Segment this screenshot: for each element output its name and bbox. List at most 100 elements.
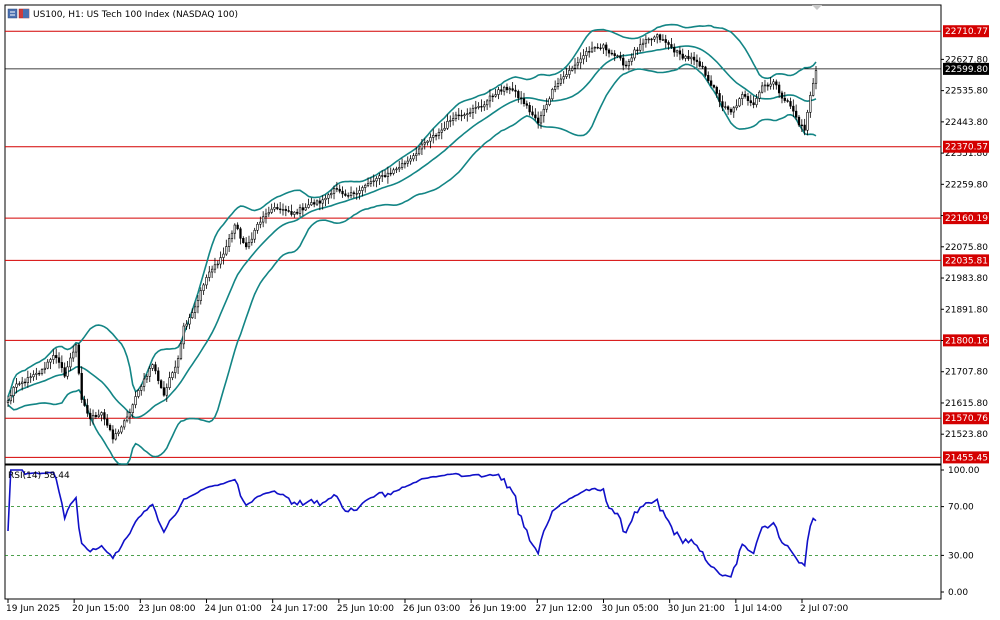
candle-body bbox=[213, 264, 217, 270]
candle-body bbox=[332, 188, 336, 194]
candle-body bbox=[738, 98, 741, 107]
candle-body bbox=[134, 396, 137, 406]
candle-body bbox=[6, 400, 10, 403]
candle-body bbox=[707, 75, 710, 82]
candle-body bbox=[236, 224, 239, 230]
price-tick-label-1: 22535.80 bbox=[945, 87, 988, 97]
candle-body bbox=[216, 263, 219, 266]
candle-body bbox=[775, 81, 778, 86]
candle-body bbox=[352, 192, 356, 194]
candle-body bbox=[786, 100, 789, 102]
candle-body bbox=[446, 121, 449, 129]
candle-body bbox=[777, 84, 781, 94]
candle-body bbox=[111, 429, 115, 440]
candle-body bbox=[38, 372, 41, 375]
time-tick-label-6: 26 Jun 03:00 bbox=[403, 604, 460, 614]
candle-body bbox=[542, 108, 545, 117]
candle-body bbox=[361, 187, 364, 191]
candle-body bbox=[704, 66, 707, 76]
candle-body bbox=[148, 368, 151, 377]
candle-body bbox=[168, 377, 171, 388]
candle-body bbox=[545, 104, 548, 110]
candle-body bbox=[681, 53, 684, 59]
candle-body bbox=[743, 94, 747, 97]
candle-body bbox=[491, 95, 494, 98]
candle-body bbox=[735, 105, 738, 109]
candle-body bbox=[500, 89, 503, 92]
candle-body bbox=[463, 114, 466, 117]
candle-body bbox=[256, 223, 259, 231]
candle-body bbox=[239, 228, 242, 239]
time-tick-label-0: 19 Jun 2025 bbox=[6, 604, 60, 614]
candle-body bbox=[123, 420, 126, 428]
candle-body bbox=[270, 208, 273, 213]
candle-body bbox=[304, 207, 307, 211]
candle-body bbox=[588, 51, 591, 53]
candle-body bbox=[451, 118, 455, 121]
level-label-0: 22710.77 bbox=[945, 27, 988, 37]
candle-body bbox=[378, 175, 381, 179]
candle-body bbox=[131, 404, 134, 413]
candle-body bbox=[698, 61, 701, 67]
candle-body bbox=[52, 355, 55, 360]
candle-body bbox=[137, 390, 140, 397]
candle-body bbox=[474, 107, 477, 109]
candle-body bbox=[678, 50, 682, 55]
candle-body bbox=[74, 344, 78, 353]
candle-body bbox=[57, 357, 61, 363]
time-tick-label-7: 26 Jun 19:00 bbox=[469, 604, 526, 614]
candle-body bbox=[284, 209, 287, 211]
candle-body bbox=[429, 137, 432, 142]
candle-body bbox=[142, 378, 146, 387]
time-tick-label-10: 30 Jun 21:00 bbox=[668, 604, 725, 614]
candle-body bbox=[426, 140, 429, 143]
candle-body bbox=[690, 56, 693, 60]
candle-body bbox=[392, 169, 395, 174]
time-tick-label-12: 2 Jul 07:00 bbox=[800, 604, 849, 614]
candle-body bbox=[145, 376, 149, 380]
price-tick-label-6: 22075.80 bbox=[945, 243, 988, 253]
candle-body bbox=[599, 47, 602, 50]
candle-body bbox=[40, 369, 44, 374]
candle-body bbox=[647, 38, 650, 41]
candle-body bbox=[349, 192, 353, 197]
candle-body bbox=[267, 212, 270, 215]
candle-body bbox=[381, 175, 384, 177]
candle-body bbox=[315, 200, 319, 205]
candle-body bbox=[276, 207, 279, 210]
candle-body bbox=[140, 386, 143, 391]
candle-body bbox=[670, 44, 673, 48]
candle-body bbox=[406, 160, 409, 164]
one-click-trading-icon[interactable] bbox=[18, 8, 30, 19]
candle-body bbox=[613, 53, 616, 57]
trading-chart[interactable]: 22627.8022535.8022443.8022351.8022259.80… bbox=[0, 0, 1000, 620]
candle-body bbox=[732, 107, 735, 113]
candle-body bbox=[579, 58, 582, 64]
current-price-label: 22599.80 bbox=[945, 65, 988, 75]
candle-body bbox=[434, 134, 438, 137]
candle-body bbox=[264, 213, 268, 218]
chart-menu-icon[interactable] bbox=[7, 8, 18, 19]
candle-body bbox=[590, 47, 594, 53]
candle-body bbox=[100, 412, 103, 416]
candle-body bbox=[26, 377, 29, 384]
candle-body bbox=[692, 56, 696, 61]
candle-body bbox=[554, 86, 557, 90]
candle-body bbox=[528, 105, 531, 113]
price-tick-label-11: 21615.80 bbox=[945, 399, 988, 409]
candle-body bbox=[596, 46, 599, 49]
candle-body bbox=[423, 142, 426, 145]
candle-body bbox=[89, 412, 92, 420]
candle-body bbox=[562, 76, 565, 80]
candle-body bbox=[721, 101, 724, 108]
candle-body bbox=[125, 416, 129, 422]
candle-body bbox=[729, 109, 733, 113]
candle-body bbox=[193, 306, 197, 313]
price-tick-label-8: 21891.80 bbox=[945, 305, 988, 315]
rsi-tick-label-2: 30.00 bbox=[948, 551, 974, 561]
candle-body bbox=[508, 88, 511, 91]
candle-body bbox=[188, 317, 191, 325]
candle-body bbox=[752, 102, 755, 106]
candle-body bbox=[471, 107, 475, 113]
candle-body bbox=[128, 412, 132, 418]
